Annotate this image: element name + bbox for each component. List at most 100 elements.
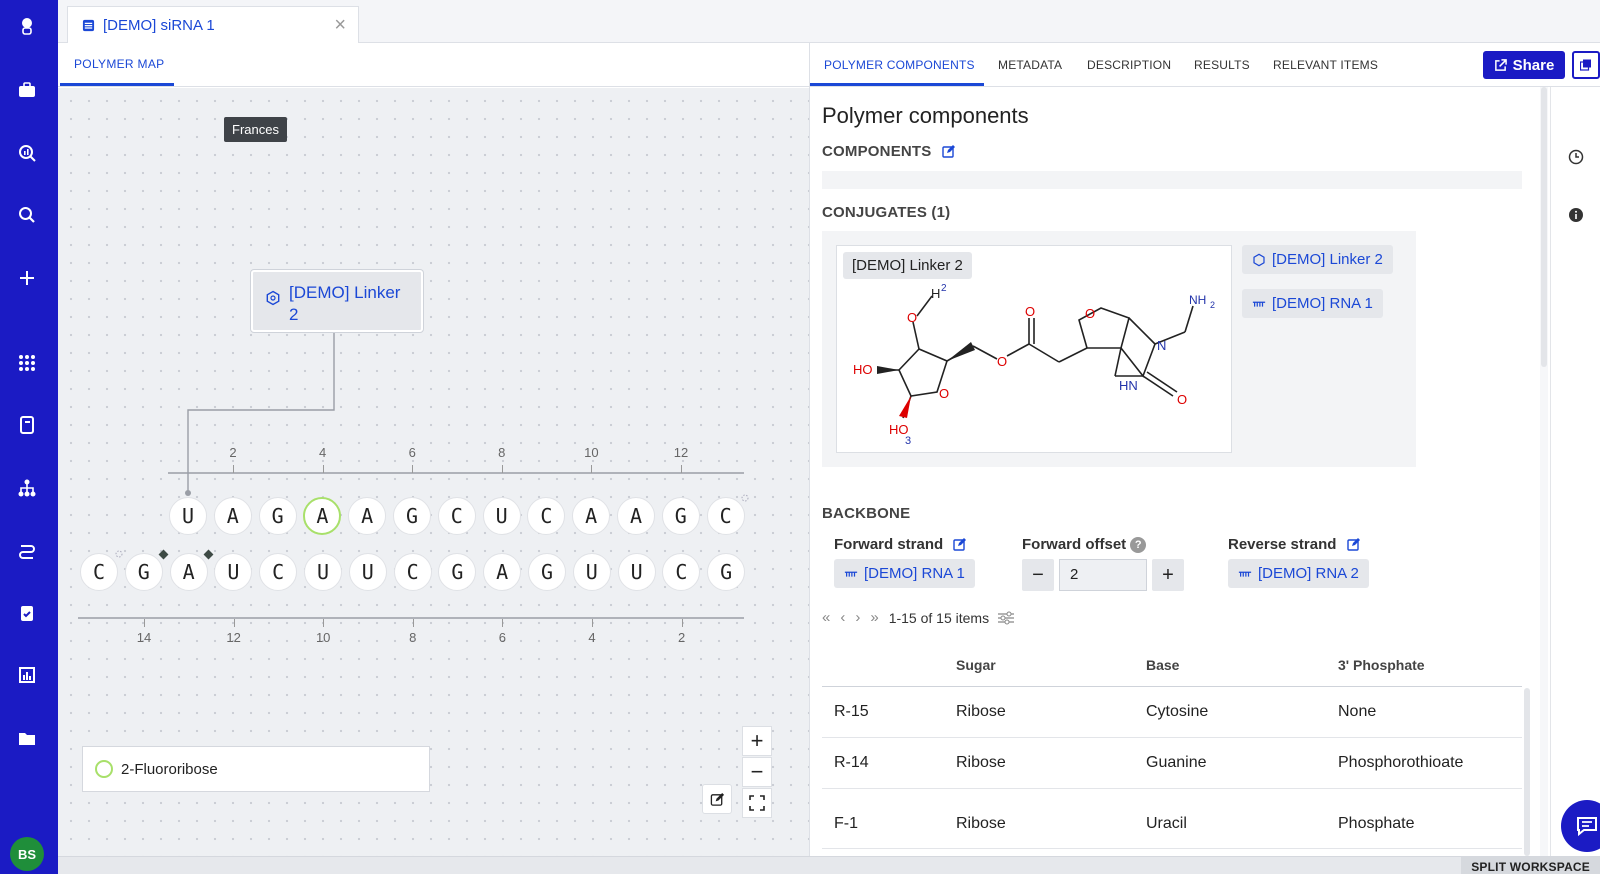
offset-decrement-button[interactable]: − (1022, 559, 1054, 591)
forward-nucleotide[interactable]: C (706, 497, 745, 535)
tab-metadata[interactable]: METADATA (998, 58, 1062, 72)
forward-nucleotide[interactable]: G (393, 497, 431, 535)
forward-nucleotide[interactable]: U (169, 497, 207, 535)
right-tabs: POLYMER COMPONENTS METADATA DESCRIPTION … (810, 43, 1600, 87)
right-rail (1550, 87, 1600, 856)
tab-polymer-map[interactable]: POLYMER MAP (74, 57, 164, 71)
forward-nucleotide[interactable]: A (617, 497, 655, 535)
edit-forward-strand-icon[interactable] (953, 537, 967, 551)
folder-icon[interactable] (17, 728, 37, 748)
copy-button[interactable] (1572, 51, 1600, 79)
axis-tick-mark (681, 619, 683, 627)
column-sugar[interactable]: Sugar (956, 657, 996, 673)
forward-nucleotide[interactable]: A (348, 497, 387, 535)
notebook-icon[interactable] (17, 415, 37, 435)
workflow-icon[interactable] (17, 541, 37, 561)
prev-page-icon[interactable]: ‹ (840, 609, 845, 626)
info-icon[interactable] (1568, 207, 1584, 223)
axis-tick-label: 10 (584, 445, 599, 460)
document-tab[interactable]: [DEMO] siRNA 1 × (67, 6, 359, 44)
cell-sugar: Ribose (956, 754, 1006, 771)
reverse-nucleotide[interactable]: U (348, 553, 387, 591)
structure-card[interactable]: [DEMO] Linker 2 H 2 O HO O HO 3 O O O N … (836, 245, 1232, 453)
tab-results[interactable]: RESULTS (1194, 58, 1250, 72)
analytics-search-icon[interactable] (17, 143, 37, 163)
linker-hexagon-icon (1253, 253, 1265, 266)
forward-nucleotide[interactable]: U (482, 497, 521, 535)
panel-scrollbar[interactable] (1540, 87, 1548, 856)
close-tab-icon[interactable]: × (334, 15, 346, 35)
edit-map-button[interactable] (702, 784, 732, 814)
clipboard-check-icon[interactable] (17, 603, 37, 623)
column-phosphate[interactable]: 3' Phosphate (1338, 657, 1425, 673)
components-heading: COMPONENTS (822, 143, 956, 160)
forward-nucleotide[interactable]: A (572, 497, 611, 535)
column-settings-icon[interactable] (997, 611, 1015, 625)
atom-nh2-subscript: 2 (1210, 300, 1215, 310)
reverse-nucleotide[interactable]: U (572, 553, 611, 591)
split-workspace-button[interactable]: SPLIT WORKSPACE (1461, 857, 1600, 874)
reverse-nucleotide[interactable]: C (393, 553, 432, 591)
linker-node[interactable]: [DEMO] Linker 2 (251, 270, 423, 332)
fit-to-screen-button[interactable] (742, 788, 772, 818)
column-base[interactable]: Base (1146, 657, 1179, 673)
next-page-icon[interactable]: › (855, 609, 860, 626)
table-row[interactable]: R-15 Ribose Cytosine None (822, 687, 1522, 738)
reverse-nucleotide[interactable]: C (259, 553, 298, 591)
atom-nh2: NH (1189, 293, 1206, 307)
table-row[interactable]: F-1 Ribose Uracil Phosphate (822, 789, 1522, 849)
search-icon[interactable] (17, 205, 37, 225)
pager-text: 1-15 of 15 items (888, 609, 990, 626)
panel-scrollbar-thumb[interactable] (1541, 87, 1547, 367)
app-logo-icon[interactable] (17, 16, 37, 36)
axis-tick-mark (592, 619, 593, 627)
tab-description[interactable]: DESCRIPTION (1087, 58, 1171, 72)
zoom-in-button[interactable]: + (742, 726, 772, 756)
first-page-icon[interactable]: « (822, 609, 830, 626)
forward-offset-input[interactable]: 2 (1059, 559, 1147, 591)
tab-polymer-components[interactable]: POLYMER COMPONENTS (824, 58, 975, 72)
table-row[interactable]: R-14 Ribose Guanine Phosphorothioate (822, 738, 1522, 789)
forward-nucleotide[interactable]: C (437, 497, 476, 535)
chip-linker[interactable]: [DEMO] Linker 2 (1242, 245, 1393, 274)
axis-tick-label: 8 (409, 630, 417, 645)
reverse-strand-chip[interactable]: [DEMO] RNA 2 (1228, 559, 1369, 588)
cell-base: Cytosine (1146, 703, 1209, 720)
apps-grid-icon[interactable] (17, 353, 37, 373)
edit-reverse-strand-icon[interactable] (1346, 537, 1361, 551)
components-empty-row (822, 171, 1522, 189)
axis-tick-mark (233, 619, 235, 627)
reverse-nucleotide[interactable]: G (528, 553, 566, 591)
offset-increment-button[interactable]: + (1152, 559, 1184, 591)
forward-nucleotide[interactable]: A (213, 497, 252, 535)
forward-strand-chip[interactable]: [DEMO] RNA 1 (834, 559, 975, 588)
reverse-nucleotide[interactable]: G (707, 553, 746, 591)
avatar[interactable]: BS (10, 837, 44, 871)
strand-icon (844, 571, 858, 577)
axis-tick-label: 8 (498, 445, 506, 460)
chemical-structure: H 2 O HO O HO 3 O O O N NH 2 HN O (853, 283, 1215, 447)
share-button[interactable]: Share (1483, 51, 1565, 79)
tab-relevant-items[interactable]: RELEVANT ITEMS (1273, 58, 1378, 72)
reverse-nucleotide[interactable]: G (124, 553, 163, 591)
reverse-nucleotide[interactable]: U (304, 553, 342, 591)
reverse-nucleotide[interactable]: A (483, 553, 522, 591)
table-scrollbar[interactable] (1524, 688, 1530, 856)
zoom-out-button[interactable]: − (742, 757, 772, 787)
last-page-icon[interactable]: » (870, 609, 878, 626)
edit-components-icon[interactable] (942, 144, 956, 158)
axis-tick-mark (323, 619, 325, 627)
forward-nucleotide[interactable]: G (661, 497, 700, 535)
hierarchy-icon[interactable] (17, 478, 37, 498)
reverse-nucleotide[interactable]: C (80, 553, 118, 591)
briefcase-icon[interactable] (17, 80, 37, 100)
history-clock-icon[interactable] (1568, 149, 1584, 165)
help-icon[interactable]: ? (1130, 537, 1147, 553)
polymer-map-canvas[interactable]: Frances [DEMO] Linker 2 2 4 6 8 10 12 UAGAAGC… (58, 88, 809, 856)
reverse-nucleotide[interactable]: A (169, 553, 208, 591)
chip-rna-1[interactable]: [DEMO] RNA 1 (1242, 289, 1383, 318)
forward-nucleotide[interactable]: G (258, 497, 297, 535)
add-icon[interactable] (17, 268, 37, 288)
bar-chart-icon[interactable] (17, 665, 37, 685)
reverse-nucleotide[interactable]: U (617, 553, 656, 591)
